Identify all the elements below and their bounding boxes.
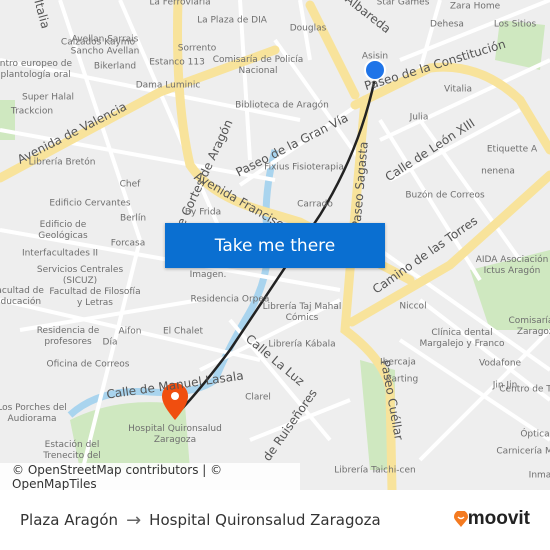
origin-name: Plaza Aragón	[20, 511, 119, 529]
place-label: Los Porches del Audiorama	[0, 403, 67, 424]
place-label: Interfacultades II	[21, 248, 99, 259]
place-label: Residencia de profesores	[36, 326, 100, 347]
place-label: Douglas	[289, 23, 327, 34]
place-label: Biblioteca de Aragón	[235, 100, 329, 111]
place-label: Hospital Quironsalud Zaragoza	[128, 424, 222, 445]
place-label: Fixius Fisioterapia	[264, 162, 344, 173]
arrow-right-icon: →	[126, 509, 142, 531]
place-label: Oficina de Correos	[46, 359, 130, 370]
place-label: Forcasa	[110, 238, 146, 249]
place-label: Dehesa	[430, 19, 464, 30]
place-label: Trackcion	[10, 106, 54, 117]
place-label: Karting	[385, 374, 419, 385]
place-label: Vitalia	[443, 84, 473, 95]
place-label: Etiquette A	[486, 144, 538, 155]
place-label: Librería Bretón	[28, 157, 96, 168]
place-label: Edificio de Geológicas	[38, 220, 88, 241]
place-label: Zara Home	[449, 1, 501, 12]
destination-name: Hospital Quironsalud Zaragoza	[149, 511, 381, 529]
place-label: La Ferroviaria	[149, 0, 211, 8]
map-attribution[interactable]: © OpenStreetMap contributors | © OpenMap…	[0, 463, 300, 490]
brand-name: moovit	[467, 508, 530, 529]
place-label: El Chalet	[162, 326, 204, 337]
place-label: Estanco 113	[149, 57, 205, 68]
place-label: Star Games	[376, 0, 430, 8]
place-label: Comisaría de Policía Nacional	[212, 55, 304, 76]
place-label: Sorrento	[177, 43, 217, 54]
place-label: Asisin	[361, 51, 389, 62]
place-label: Calzados Kaymo	[60, 37, 136, 48]
place-label: nenena	[481, 166, 515, 177]
place-label: Librería Kábala	[268, 339, 336, 350]
place-label: Servicios Centrales (SICUZ)	[36, 265, 124, 286]
moovit-pin-icon	[453, 511, 468, 527]
place-label: Centro de Tenor	[499, 384, 550, 395]
place-label: By Frida	[184, 207, 222, 218]
place-label: Librería Taj Mahal Cómics	[262, 302, 342, 323]
place-label: Super Halal	[21, 92, 75, 103]
place-label: Vodafone	[478, 358, 522, 369]
place-label: Berlín	[119, 213, 147, 224]
place-label: Inma	[528, 470, 550, 481]
place-label: Día	[102, 337, 118, 348]
place-label: AIDA Asociación Ictus Aragón	[475, 255, 549, 276]
place-label: Ibercaja	[380, 357, 416, 368]
place-label: Carnicería Merzoug	[496, 446, 550, 457]
place-label: Los Sitios	[493, 19, 537, 30]
place-label: Aifon	[118, 326, 142, 337]
place-label: Clarel	[245, 392, 271, 403]
moovit-logo: moovit	[453, 508, 530, 530]
place-label: La Plaza de DIA	[197, 15, 267, 26]
place-label: Niccol	[399, 301, 427, 312]
map[interactable]: Avenida de Valencia Calle Cortes de Arag…	[0, 0, 550, 490]
place-label: Chef	[119, 179, 141, 190]
take-me-there-button[interactable]: Take me there	[165, 223, 385, 268]
albareda	[305, 0, 360, 100]
place-label: Centro europeo de implantología oral	[0, 59, 73, 80]
place-label: Óptica	[520, 429, 550, 440]
place-label: Estación del Trenecito del	[43, 440, 101, 461]
place-label: Carrado	[297, 199, 333, 210]
place-label: Facultad de Filosofía y Letras	[49, 287, 141, 308]
place-label: Bikerland	[93, 61, 137, 72]
place-label: Edificio Cervantes	[49, 198, 131, 209]
place-label: Clínica dental Margalejo y Franco	[419, 328, 505, 349]
place-label: Julia	[409, 112, 429, 123]
place-label: Buzón de Correos	[405, 190, 485, 201]
place-label: Librería Taichi-cen	[334, 465, 416, 476]
place-label: Dama Luminic	[135, 80, 201, 91]
